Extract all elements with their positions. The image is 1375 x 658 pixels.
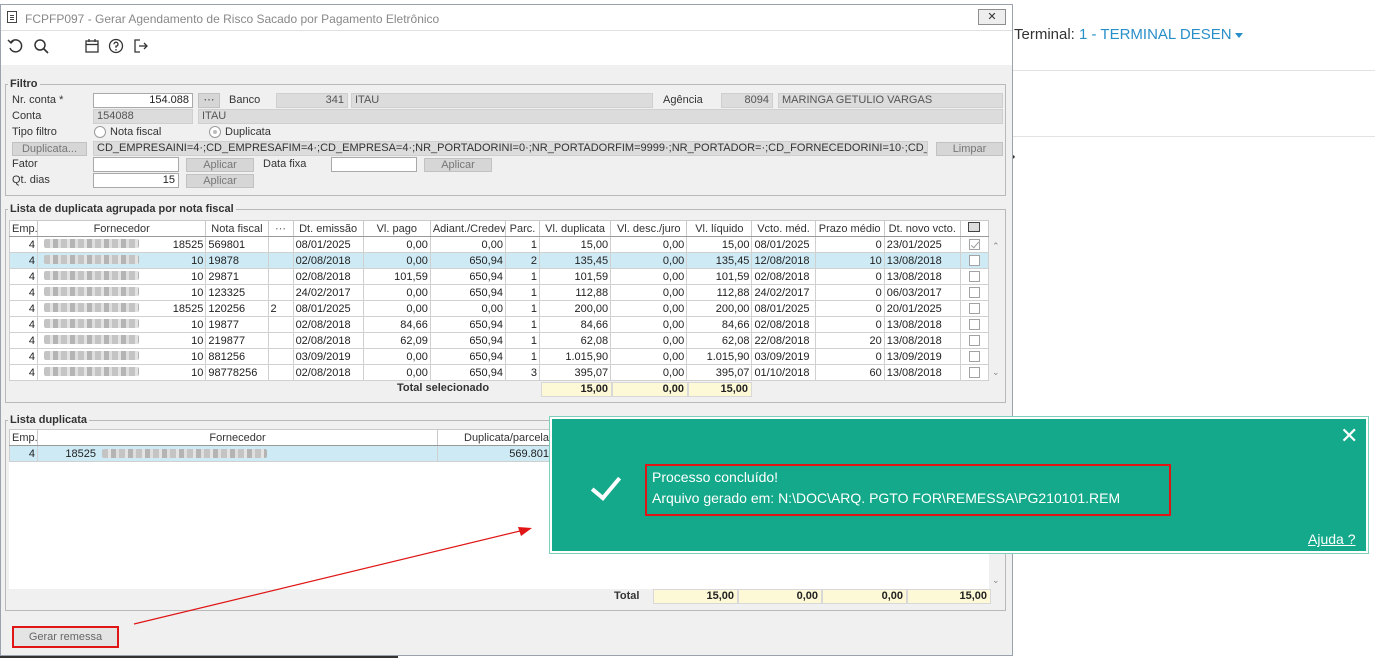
check-icon <box>590 469 622 501</box>
close-icon[interactable]: ✕ <box>1340 425 1358 447</box>
success-toast: ✕ Processo concluído! Arquivo gerado em:… <box>550 417 1368 553</box>
annotation-arrow <box>133 527 532 625</box>
toast-message-path: Arquivo gerado em: N:\DOC\ARQ. PGTO FOR\… <box>652 490 1121 506</box>
toast-message-title: Processo concluído! <box>652 469 779 485</box>
help-link[interactable]: Ajuda ? <box>1308 531 1355 547</box>
